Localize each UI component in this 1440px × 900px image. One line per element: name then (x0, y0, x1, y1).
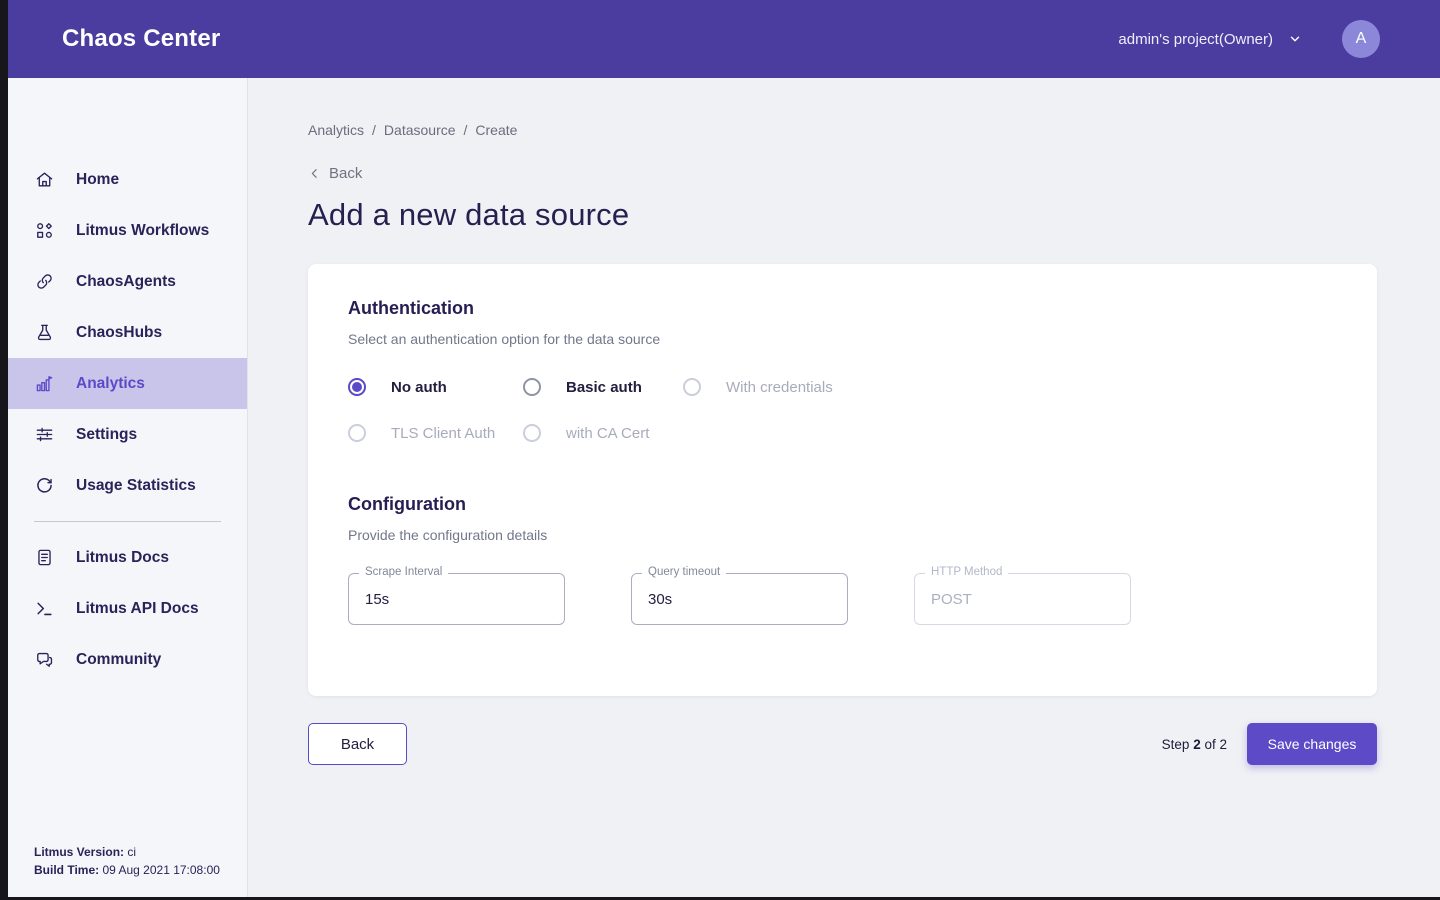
left-edge-bar (0, 0, 8, 900)
sidebar-item-label: Litmus API Docs (76, 600, 199, 618)
header-right: admin's project(Owner) A (1118, 20, 1440, 58)
radio-with-credentials: With credentials (683, 378, 1337, 396)
radio-label: With credentials (726, 379, 833, 396)
home-icon (34, 170, 54, 190)
breadcrumb-analytics[interactable]: Analytics (308, 122, 364, 138)
sliders-icon (34, 425, 54, 445)
radio-label: No auth (391, 379, 447, 396)
sidebar-item-label: Analytics (76, 375, 145, 393)
sidebar: Home Litmus Workflows ChaosAgents ChaosH… (8, 78, 248, 897)
chevron-left-icon (308, 167, 321, 180)
step-prefix: Step (1162, 737, 1190, 752)
app-header: Chaos Center admin's project(Owner) A (0, 0, 1440, 78)
version-info: Litmus Version: ci Build Time: 09 Aug 20… (34, 843, 220, 879)
authentication-section-title: Authentication (348, 298, 1337, 319)
project-selector[interactable]: admin's project(Owner) (1118, 31, 1302, 48)
breadcrumb-create[interactable]: Create (475, 122, 517, 138)
build-time-value: 09 Aug 2021 17:08:00 (102, 863, 219, 877)
radio-disabled-icon (523, 424, 541, 442)
sidebar-item-label: Usage Statistics (76, 477, 196, 495)
sidebar-nav: Home Litmus Workflows ChaosAgents ChaosH… (8, 154, 247, 685)
link-icon (34, 272, 54, 292)
chat-icon (34, 650, 54, 670)
sidebar-divider (34, 521, 221, 522)
radio-disabled-icon (348, 424, 366, 442)
screen: Chaos Center admin's project(Owner) A Ho… (0, 0, 1440, 900)
authentication-section-subtitle: Select an authentication option for the … (348, 331, 1337, 347)
radio-unchecked-icon (523, 378, 541, 396)
breadcrumb-separator: / (464, 122, 468, 138)
chevron-down-icon (1288, 32, 1302, 46)
breadcrumb: Analytics / Datasource / Create (308, 122, 1377, 138)
datasource-form-card: Authentication Select an authentication … (308, 264, 1377, 696)
radio-with-ca-cert: with CA Cert (523, 424, 683, 442)
sidebar-item-label: ChaosHubs (76, 324, 162, 342)
flask-icon (34, 323, 54, 343)
step-suffix: of 2 (1204, 737, 1227, 752)
back-link-label: Back (329, 165, 362, 182)
sidebar-item-litmus-workflows[interactable]: Litmus Workflows (8, 205, 247, 256)
configuration-section: Configuration Provide the configuration … (348, 494, 1337, 625)
version-label: Litmus Version: (34, 845, 124, 859)
sidebar-item-chaoshubs[interactable]: ChaosHubs (8, 307, 247, 358)
app-title: Chaos Center (62, 25, 220, 53)
configuration-fields: Scrape Interval Query timeout HTTP Metho… (348, 573, 1337, 625)
scrape-interval-field: Scrape Interval (348, 573, 565, 625)
workflows-icon (34, 221, 54, 241)
sidebar-item-label: Home (76, 171, 119, 189)
sidebar-item-settings[interactable]: Settings (8, 409, 247, 460)
footer-right: Step 2 of 2 Save changes (1162, 723, 1377, 765)
auth-options: No auth Basic auth With credentials TLS … (348, 378, 1337, 442)
query-timeout-input[interactable] (632, 574, 847, 624)
configuration-section-subtitle: Provide the configuration details (348, 527, 1337, 543)
configuration-section-title: Configuration (348, 494, 1337, 515)
avatar[interactable]: A (1342, 20, 1380, 58)
sidebar-item-home[interactable]: Home (8, 154, 247, 205)
http-method-input[interactable] (915, 574, 1130, 624)
http-method-field: HTTP Method (914, 573, 1131, 625)
build-time-label: Build Time: (34, 863, 99, 877)
back-button[interactable]: Back (308, 723, 407, 765)
main-content: Analytics / Datasource / Create Back Add… (248, 78, 1440, 897)
sidebar-item-label: Settings (76, 426, 137, 444)
radio-basic-auth[interactable]: Basic auth (523, 378, 683, 396)
form-footer: Back Step 2 of 2 Save changes (308, 723, 1377, 765)
sidebar-item-chaosagents[interactable]: ChaosAgents (8, 256, 247, 307)
refresh-icon (34, 476, 54, 496)
breadcrumb-separator: / (372, 122, 376, 138)
sidebar-item-litmus-api-docs[interactable]: Litmus API Docs (8, 583, 247, 634)
sidebar-item-label: Litmus Docs (76, 549, 169, 567)
bar-chart-icon (34, 374, 54, 394)
radio-label: with CA Cert (566, 425, 649, 442)
document-icon (34, 548, 54, 568)
scrape-interval-input[interactable] (349, 574, 564, 624)
avatar-letter: A (1356, 30, 1367, 48)
sidebar-item-label: Community (76, 651, 161, 669)
back-link[interactable]: Back (308, 165, 362, 182)
version-value: ci (127, 845, 136, 859)
terminal-icon (34, 599, 54, 619)
page-title: Add a new data source (308, 197, 1377, 233)
step-current: 2 (1193, 737, 1201, 752)
sidebar-item-litmus-docs[interactable]: Litmus Docs (8, 532, 247, 583)
radio-disabled-icon (683, 378, 701, 396)
radio-no-auth[interactable]: No auth (348, 378, 523, 396)
query-timeout-field: Query timeout (631, 573, 848, 625)
radio-tls-client-auth: TLS Client Auth (348, 424, 523, 442)
sidebar-item-community[interactable]: Community (8, 634, 247, 685)
radio-checked-icon (348, 378, 366, 396)
sidebar-item-label: Litmus Workflows (76, 222, 209, 240)
project-selector-label: admin's project(Owner) (1118, 31, 1273, 48)
save-changes-button[interactable]: Save changes (1247, 723, 1377, 765)
radio-label: TLS Client Auth (391, 425, 495, 442)
step-indicator: Step 2 of 2 (1162, 737, 1227, 752)
sidebar-item-analytics[interactable]: Analytics (8, 358, 247, 409)
sidebar-item-usage-statistics[interactable]: Usage Statistics (8, 460, 247, 511)
breadcrumb-datasource[interactable]: Datasource (384, 122, 456, 138)
radio-label: Basic auth (566, 379, 642, 396)
sidebar-item-label: ChaosAgents (76, 273, 176, 291)
